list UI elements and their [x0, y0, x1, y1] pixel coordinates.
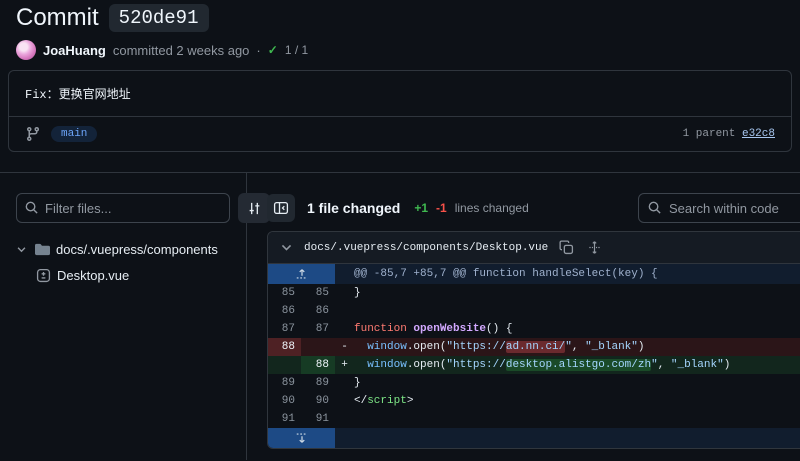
- diff-sign: [335, 410, 354, 428]
- avatar[interactable]: [16, 40, 36, 60]
- drag-handle-button[interactable]: [585, 238, 604, 257]
- new-line-number[interactable]: [301, 338, 335, 356]
- diff-sign: [335, 284, 354, 302]
- diff-line: [268, 428, 800, 448]
- chevron-down-icon: [16, 244, 27, 255]
- hunk-header-text: [335, 428, 354, 448]
- diff-line: 9090 </script>: [268, 392, 800, 410]
- diff-line: 9191: [268, 410, 800, 428]
- collapse-diff-button[interactable]: [278, 239, 295, 256]
- expand-up-button[interactable]: [268, 264, 335, 284]
- diff-line: 8686: [268, 302, 800, 320]
- new-line-number[interactable]: 91: [301, 410, 335, 428]
- page-title: Commit: [16, 4, 99, 32]
- code-content: [354, 302, 800, 320]
- code-content: function openWebsite() {: [354, 320, 800, 338]
- file-name: Desktop.vue: [57, 268, 129, 283]
- code-content: }: [354, 284, 800, 302]
- new-line-number[interactable]: 88: [301, 356, 335, 374]
- tree-folder-row[interactable]: docs/.vuepress/components: [16, 236, 230, 262]
- branch-badge[interactable]: main: [51, 126, 97, 142]
- tree-file-row[interactable]: Desktop.vue: [16, 262, 230, 288]
- expand-down-button[interactable]: [268, 428, 335, 448]
- old-line-number[interactable]: 85: [268, 284, 301, 302]
- hunk-header-text: @@ -85,7 +85,7 @@ function handleSelect(…: [335, 264, 658, 284]
- diff-sign: [335, 320, 354, 338]
- diff-line: @@ -85,7 +85,7 @@ function handleSelect(…: [268, 264, 800, 284]
- search-within-code-input[interactable]: [638, 193, 800, 223]
- expand-down-icon: [295, 431, 309, 445]
- files-changed-count: 1 file changed: [307, 200, 400, 216]
- diff-line: 8989}: [268, 374, 800, 392]
- sidebar-collapse-icon: [273, 200, 289, 216]
- lines-changed-label: lines changed: [455, 201, 529, 215]
- diff-line: 8585}: [268, 284, 800, 302]
- new-line-number[interactable]: 90: [301, 392, 335, 410]
- code-content: window.open("https://ad.nn.ci/", "_blank…: [354, 338, 800, 356]
- diff-line: 88+ window.open("https://desktop.alistgo…: [268, 356, 800, 374]
- dot-separator: ·: [256, 43, 260, 58]
- diff-sign: [335, 302, 354, 320]
- diff-line: 8787 function openWebsite() {: [268, 320, 800, 338]
- old-line-number[interactable]: 91: [268, 410, 301, 428]
- deletions-count: -1: [436, 201, 447, 215]
- code-content: }: [354, 374, 800, 392]
- commit-message-box: Fix：更换官网地址 main 1 parent e32c8: [8, 70, 792, 152]
- move-icon: [587, 240, 602, 255]
- diff-code: @@ -85,7 +85,7 @@ function handleSelect(…: [268, 264, 800, 448]
- diff-main: 1 file changed +1 -1 lines changed docs/…: [247, 173, 800, 460]
- diff-file-header: docs/.vuepress/components/Desktop.vue: [268, 232, 800, 264]
- commit-hash-badge: 520de91: [109, 4, 209, 32]
- folder-icon: [35, 242, 50, 257]
- old-line-number[interactable]: 89: [268, 374, 301, 392]
- search-icon: [647, 200, 662, 220]
- file-tree-sidebar: docs/.vuepress/components Desktop.vue: [0, 173, 247, 460]
- diff-line: 88 - window.open("https://ad.nn.ci/", "_b…: [268, 338, 800, 356]
- commit-time: committed 2 weeks ago: [113, 43, 250, 58]
- copy-icon: [559, 240, 574, 255]
- diff-file-path[interactable]: docs/.vuepress/components/Desktop.vue: [304, 242, 548, 254]
- collapse-file-tree-button[interactable]: [267, 194, 295, 222]
- search-icon: [24, 200, 39, 220]
- expand-up-icon: [295, 267, 309, 281]
- author-name[interactable]: JoaHuang: [43, 43, 106, 58]
- diff-sign: -: [335, 338, 354, 356]
- new-line-number[interactable]: 89: [301, 374, 335, 392]
- diff-sign: [335, 392, 354, 410]
- code-content: window.open("https://desktop.alistgo.com…: [354, 356, 800, 374]
- commit-message: Fix：更换官网地址: [9, 71, 791, 117]
- commit-header: Commit 520de91 JoaHuang committed 2 week…: [0, 0, 800, 60]
- filter-files-input[interactable]: [16, 193, 230, 223]
- code-content: [354, 410, 800, 428]
- parent-commit-link[interactable]: e32c8: [742, 128, 775, 140]
- new-line-number[interactable]: 85: [301, 284, 335, 302]
- old-line-number[interactable]: 88: [268, 338, 301, 356]
- additions-count: +1: [414, 201, 428, 215]
- code-content: </script>: [354, 392, 800, 410]
- copy-path-button[interactable]: [557, 238, 576, 257]
- parent-label: 1 parent: [683, 128, 736, 140]
- diff-sign: +: [335, 356, 354, 374]
- diff-sign: [335, 374, 354, 392]
- new-line-number[interactable]: 87: [301, 320, 335, 338]
- old-line-number[interactable]: 90: [268, 392, 301, 410]
- new-line-number[interactable]: 86: [301, 302, 335, 320]
- file-diff-icon: [36, 268, 51, 283]
- git-branch-icon: [25, 126, 41, 142]
- old-line-number[interactable]: 87: [268, 320, 301, 338]
- old-line-number[interactable]: 86: [268, 302, 301, 320]
- check-icon[interactable]: ✓: [268, 43, 278, 57]
- checks-status[interactable]: 1 / 1: [285, 43, 308, 57]
- diff-panel: docs/.vuepress/components/Desktop.vue @@…: [267, 231, 800, 449]
- old-line-number[interactable]: [268, 356, 301, 374]
- folder-name: docs/.vuepress/components: [56, 242, 218, 257]
